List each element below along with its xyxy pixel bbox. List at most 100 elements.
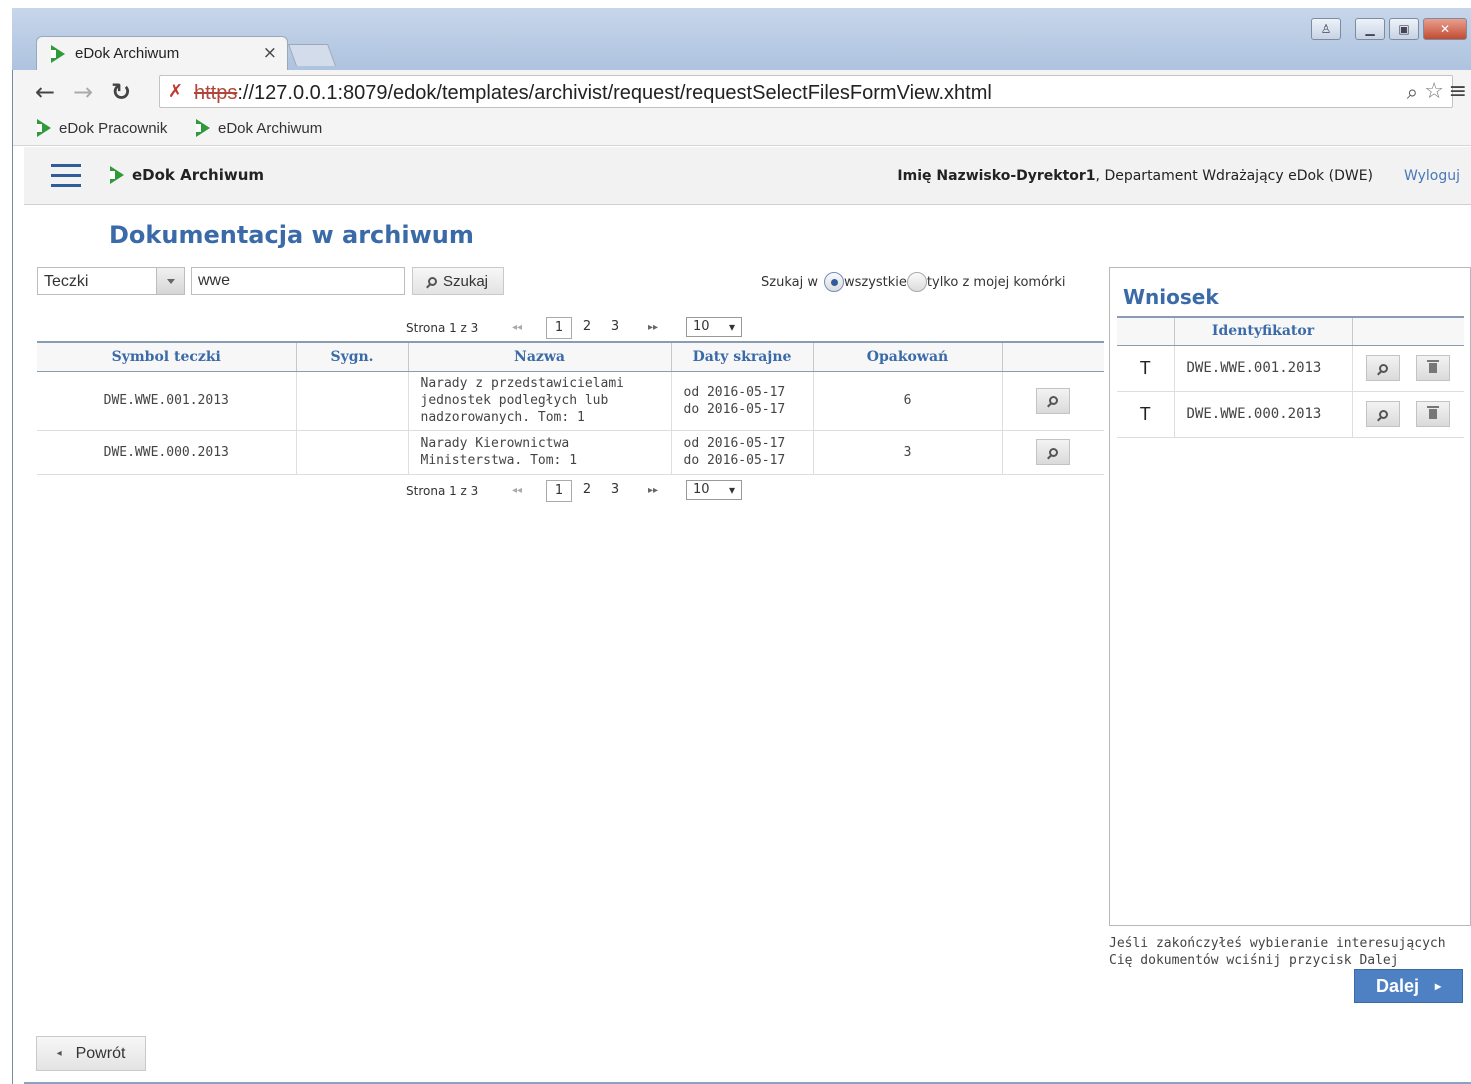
back-arrow-icon[interactable]: ← bbox=[35, 78, 55, 106]
user-department: , Departament Wdrażający eDok (DWE) bbox=[1095, 168, 1373, 184]
bookmark-edok-archiwum[interactable]: eDok Archiwum bbox=[196, 119, 322, 137]
date-to: do 2016-05-17 bbox=[683, 453, 786, 468]
edok-bookmark-icon bbox=[37, 119, 51, 137]
trash-icon bbox=[1427, 405, 1440, 419]
request-panel: Wniosek Identyfikator T DWE.WWE.001.2013… bbox=[1109, 267, 1471, 926]
date-from: od 2016-05-17 bbox=[683, 384, 786, 400]
col-name[interactable]: Nazwa bbox=[408, 341, 672, 372]
add-to-request-button[interactable] bbox=[1036, 387, 1071, 414]
col-packages[interactable]: Opakowań bbox=[813, 341, 1003, 372]
scope-all-label[interactable]: wszystkie bbox=[844, 275, 907, 290]
cell-name: Narady z przedstawicielami jednostek pod… bbox=[408, 371, 672, 431]
scope-all-radio[interactable] bbox=[823, 272, 844, 292]
preview-button[interactable] bbox=[1366, 355, 1401, 382]
user-name: Imię Nazwisko-Dyrektor1 bbox=[897, 168, 1096, 184]
chevron-down-icon[interactable] bbox=[156, 268, 184, 294]
col-type bbox=[1117, 316, 1175, 346]
request-type: T bbox=[1117, 391, 1175, 438]
col-sygn[interactable]: Sygn. bbox=[296, 341, 409, 372]
cell-sygn bbox=[296, 430, 409, 475]
bookmark-label: eDok Archiwum bbox=[218, 119, 323, 137]
page-title: Dokumentacja w archiwum bbox=[109, 221, 474, 249]
page-2[interactable]: 2 bbox=[574, 480, 600, 502]
url-text[interactable]: https://127.0.0.1:8079/edok/templates/ar… bbox=[194, 82, 992, 105]
cell-packages: 6 bbox=[813, 371, 1003, 431]
scope-mine-label[interactable]: tylko z mojej komórki bbox=[927, 275, 1066, 290]
scope-mine-radio[interactable] bbox=[906, 272, 927, 292]
col-symbol[interactable]: Symbol teczki bbox=[37, 341, 297, 372]
close-window-button[interactable]: ✕ bbox=[1423, 18, 1467, 40]
results-table: Symbol teczki Sygn. Nazwa Daty skrajne O… bbox=[37, 341, 1104, 475]
page-3[interactable]: 3 bbox=[602, 317, 628, 339]
prev-page-icon[interactable]: ◂◂ bbox=[512, 322, 522, 333]
browser-tab[interactable]: eDok Archiwum × bbox=[36, 36, 288, 70]
magnifier-icon bbox=[1048, 447, 1058, 457]
bookmark-edok-pracownik[interactable]: eDok Pracownik bbox=[37, 119, 167, 137]
search-type-select[interactable]: Teczki bbox=[37, 267, 185, 295]
cell-symbol: DWE.WWE.000.2013 bbox=[37, 430, 297, 475]
search-scope: Szukaj w wszystkie tylko z mojej komórki bbox=[761, 272, 1066, 292]
magnifier-icon bbox=[1378, 409, 1388, 419]
hamburger-menu-icon[interactable] bbox=[51, 164, 81, 188]
preview-button[interactable] bbox=[1366, 401, 1401, 428]
request-actions bbox=[1352, 345, 1464, 392]
cell-actions bbox=[1002, 430, 1104, 475]
table-row[interactable]: DWE.WWE.001.2013 Narady z przedstawiciel… bbox=[37, 371, 1104, 431]
forward-arrow-icon[interactable]: → bbox=[73, 78, 93, 106]
cell-name: Narady Kierownictwa Ministerstwa. Tom: 1 bbox=[408, 430, 672, 475]
back-button[interactable]: ◂ Powrót bbox=[36, 1036, 146, 1071]
request-id: DWE.WWE.000.2013 bbox=[1174, 391, 1353, 438]
zoom-icon[interactable]: ⌕ bbox=[1407, 80, 1418, 104]
tab-close-icon[interactable]: × bbox=[263, 43, 277, 63]
page-1[interactable]: 1 bbox=[546, 317, 572, 339]
page-3[interactable]: 3 bbox=[602, 480, 628, 502]
bookmark-star-icon[interactable]: ☆ bbox=[1424, 79, 1444, 104]
next-page-icon[interactable]: ▸▸ bbox=[648, 322, 658, 333]
search-button[interactable]: Szukaj bbox=[412, 267, 504, 295]
edok-bookmark-icon bbox=[196, 119, 210, 137]
maximize-button[interactable]: ▣ bbox=[1389, 18, 1419, 40]
app-brand[interactable]: eDok Archiwum bbox=[110, 166, 264, 184]
delete-button[interactable] bbox=[1416, 354, 1451, 381]
next-button[interactable]: Dalej ▸ bbox=[1354, 969, 1463, 1003]
bookmarks-bar: eDok Pracownik eDok Archiwum bbox=[13, 114, 1471, 146]
next-hint-text: Jeśli zakończyłeś wybieranie interesując… bbox=[1109, 936, 1446, 968]
add-to-request-button[interactable] bbox=[1036, 439, 1071, 465]
search-icon bbox=[427, 276, 437, 286]
scope-label: Szukaj w bbox=[761, 274, 818, 290]
window-controls: ♙ ▁ ▣ ✕ bbox=[1311, 18, 1467, 40]
next-button-label: Dalej bbox=[1375, 975, 1419, 996]
address-bar[interactable]: ✗ https://127.0.0.1:8079/edok/templates/… bbox=[159, 75, 1453, 108]
col-identifier[interactable]: Identyfikator bbox=[1174, 316, 1353, 346]
table-row[interactable]: DWE.WWE.000.2013 Narady Kierownictwa Min… bbox=[37, 430, 1104, 475]
edok-logo-icon bbox=[110, 166, 124, 184]
page-1[interactable]: 1 bbox=[546, 480, 572, 502]
app-name: eDok Archiwum bbox=[132, 166, 265, 184]
url-scheme: https bbox=[194, 82, 238, 104]
cell-symbol: DWE.WWE.001.2013 bbox=[37, 371, 297, 431]
new-tab-button[interactable] bbox=[287, 44, 337, 66]
cell-dates: od 2016-05-17 do 2016-05-17 bbox=[671, 430, 814, 475]
browser-toolbar: ← → ↻ ✗ https://127.0.0.1:8079/edok/temp… bbox=[13, 70, 1471, 114]
pager-label: Strona 1 z 3 bbox=[406, 484, 479, 498]
request-row: T DWE.WWE.000.2013 bbox=[1117, 391, 1464, 438]
browser-menu-icon[interactable]: ≡ bbox=[1449, 79, 1467, 104]
rows-per-page-select[interactable]: 10 bbox=[686, 480, 742, 500]
reload-icon[interactable]: ↻ bbox=[111, 78, 131, 106]
delete-button[interactable] bbox=[1416, 400, 1451, 427]
page-2[interactable]: 2 bbox=[574, 317, 600, 339]
prev-page-icon[interactable]: ◂◂ bbox=[512, 485, 522, 496]
cell-packages: 3 bbox=[813, 430, 1003, 475]
user-profile-icon[interactable]: ♙ bbox=[1311, 18, 1341, 40]
date-from: od 2016-05-17 bbox=[683, 436, 786, 451]
request-row: T DWE.WWE.001.2013 bbox=[1117, 345, 1464, 392]
search-type-value: Teczki bbox=[44, 273, 89, 290]
user-info: Imię Nazwisko-Dyrektor1, Departament Wdr… bbox=[897, 168, 1373, 184]
edok-favicon-icon bbox=[51, 45, 65, 63]
minimize-button[interactable]: ▁ bbox=[1355, 18, 1385, 40]
search-input[interactable] bbox=[191, 267, 405, 295]
rows-per-page-select[interactable]: 10 bbox=[686, 317, 742, 337]
col-dates[interactable]: Daty skrajne bbox=[671, 341, 814, 372]
next-page-icon[interactable]: ▸▸ bbox=[648, 485, 658, 496]
logout-link[interactable]: Wyloguj bbox=[1404, 168, 1460, 184]
